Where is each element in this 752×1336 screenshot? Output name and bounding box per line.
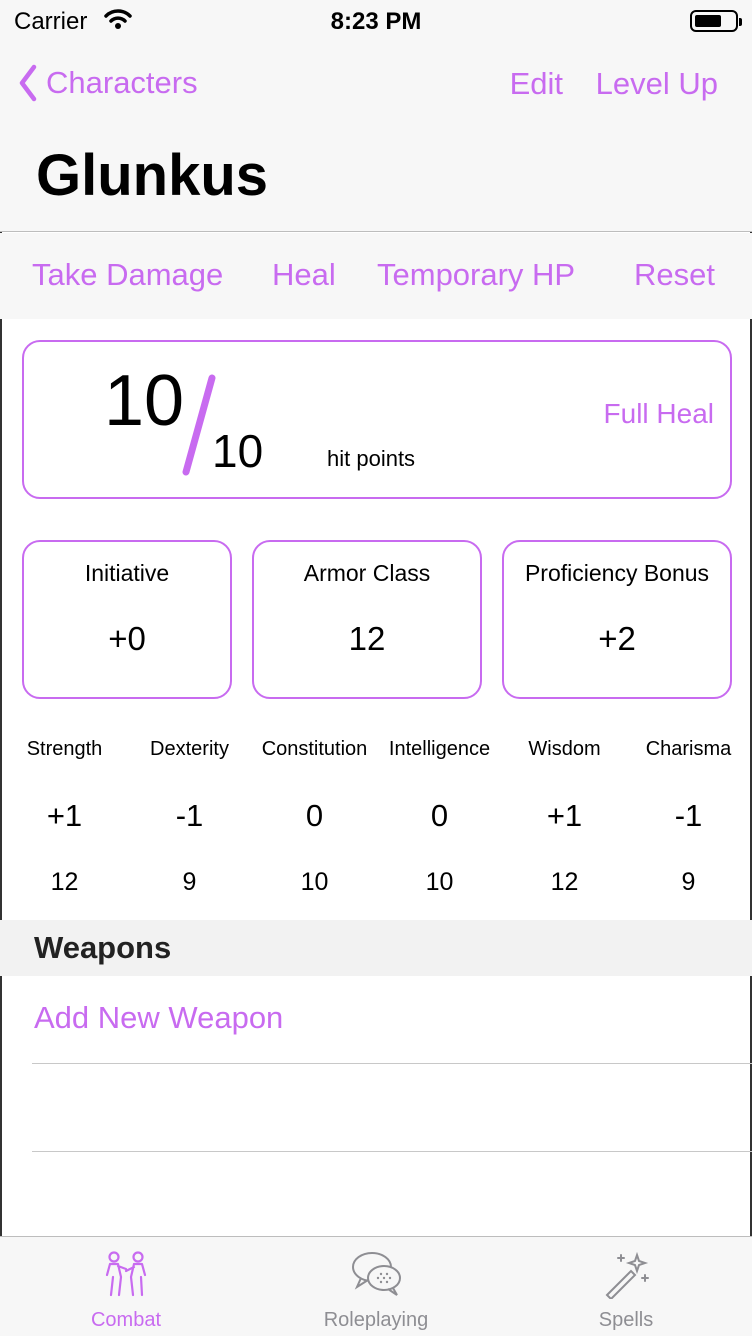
combat-icon	[105, 1251, 147, 1297]
stat-value: 12	[348, 620, 386, 657]
magic-wand-icon	[605, 1251, 649, 1299]
heal-button[interactable]: Heal	[272, 257, 336, 293]
speech-bubbles-icon	[352, 1252, 401, 1296]
tab-spells[interactable]: Spells	[501, 1237, 751, 1336]
stat-label: Armor Class	[303, 560, 431, 586]
tab-label: Combat	[90, 1309, 162, 1331]
divider	[32, 1151, 752, 1152]
stat-label: Initiative	[84, 560, 170, 586]
stat-value: +0	[108, 620, 146, 657]
ability-score: 10	[300, 868, 329, 896]
section-title: Weapons	[34, 930, 172, 965]
ability-name: Wisdom	[528, 738, 601, 760]
chevron-left-icon	[19, 64, 37, 102]
temporary-hp-button[interactable]: Temporary HP	[377, 257, 575, 293]
ability-name: Strength	[26, 738, 103, 760]
level-up-button[interactable]: Level Up	[596, 66, 718, 101]
back-button[interactable]: Characters	[18, 64, 198, 102]
initiative-card[interactable]: Initiative +0	[22, 540, 232, 699]
ability-score: 12	[50, 868, 79, 896]
clock: 8:23 PM	[330, 8, 422, 35]
stat-label: Proficiency Bonus	[524, 560, 710, 586]
ability-name: Constitution	[261, 738, 368, 760]
ability-score: 9	[681, 868, 696, 896]
reset-button[interactable]: Reset	[634, 257, 715, 293]
tab-roleplaying[interactable]: Roleplaying	[251, 1237, 501, 1336]
ability-modifier: 0	[305, 798, 324, 833]
ability-modifier: +1	[546, 798, 583, 833]
add-new-weapon-button[interactable]: Add New Weapon	[34, 1000, 283, 1036]
hit-points-card: 10 10 hit points Full Heal	[22, 340, 732, 499]
ability-name: Charisma	[645, 738, 732, 760]
ability-modifier: -1	[175, 798, 204, 833]
ability-name: Intelligence	[388, 738, 491, 760]
hp-max: 10	[212, 425, 264, 477]
tab-label: Spells	[598, 1309, 654, 1331]
hp-action-bar: Take Damage Heal Temporary HP Reset	[0, 233, 752, 319]
ability-score: 12	[550, 868, 579, 896]
armor-class-card[interactable]: Armor Class 12	[252, 540, 482, 699]
navigation-bar: Characters Edit Level Up Glunkus	[0, 42, 752, 232]
full-heal-button[interactable]: Full Heal	[604, 398, 714, 430]
proficiency-bonus-card[interactable]: Proficiency Bonus +2	[502, 540, 732, 699]
ability-score: 10	[425, 868, 454, 896]
status-bar: Carrier 8:23 PM	[0, 0, 752, 42]
ability-score: 9	[182, 868, 197, 896]
stat-value: +2	[598, 620, 636, 657]
ability-modifier: -1	[674, 798, 703, 833]
hp-label: hit points	[327, 446, 416, 471]
back-button-label: Characters	[46, 65, 198, 100]
ability-modifier: +1	[46, 798, 83, 833]
edit-button[interactable]: Edit	[510, 66, 563, 101]
weapons-section-header: Weapons	[0, 920, 752, 976]
tab-bar: Combat Roleplaying Spells	[0, 1236, 752, 1336]
tab-combat[interactable]: Combat	[1, 1237, 251, 1336]
ability-modifier: 0	[430, 798, 449, 833]
divider	[32, 1063, 752, 1064]
ability-scores: Strength +1 12 Dexterity -1 9 Constituti…	[0, 738, 752, 918]
take-damage-button[interactable]: Take Damage	[32, 257, 223, 293]
hp-current: 10	[104, 361, 185, 441]
ability-name: Dexterity	[150, 738, 229, 760]
page-title: Glunkus	[36, 143, 269, 208]
battery-icon	[690, 10, 742, 32]
tab-label: Roleplaying	[323, 1309, 429, 1331]
